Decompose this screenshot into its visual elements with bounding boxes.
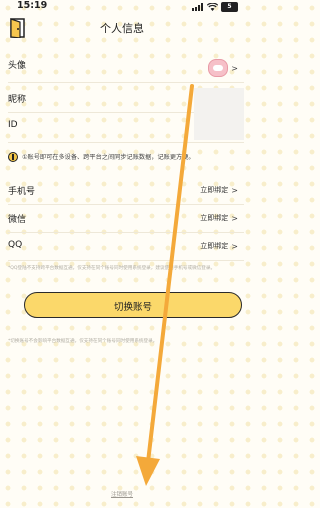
avatar[interactable] bbox=[208, 59, 229, 77]
nav-bar: 个人信息 bbox=[0, 14, 244, 44]
avatar-row[interactable]: 头像 > bbox=[8, 54, 244, 77]
chevron-right-icon: > bbox=[231, 63, 238, 73]
phone-bind-text: 立即绑定 bbox=[200, 186, 229, 194]
chevron-right-icon: > bbox=[231, 213, 238, 223]
chevron-right-icon: > bbox=[231, 241, 238, 251]
status-icons: 5 bbox=[192, 2, 238, 12]
qq-bind-text: 立即绑定 bbox=[200, 242, 229, 250]
page-title: 个人信息 bbox=[100, 22, 144, 35]
divider bbox=[8, 232, 244, 233]
switch-account-label: 切换账号 bbox=[113, 302, 152, 313]
divider bbox=[8, 260, 244, 261]
qq-note: *QQ登陆不支持跨平台数据互通，仅支持在同个账号同时使用系统登录，建议使用手机号… bbox=[8, 266, 216, 271]
avatar-label: 头像 bbox=[8, 61, 27, 71]
signal-icon bbox=[192, 3, 203, 11]
divider bbox=[8, 82, 244, 83]
id-label: ID bbox=[8, 120, 18, 130]
switch-note: *切换账号不会影响平台数据互通，仅支持在同个账号同时使用系统登录。 bbox=[8, 339, 158, 344]
status-time: 15:19 bbox=[17, 0, 48, 11]
divider bbox=[8, 204, 244, 205]
sync-tip: ①账号即可在多设备、跨平台之间同步记账数据，记账更方便。 bbox=[8, 150, 244, 164]
qq-row[interactable]: QQ 立即绑定 > bbox=[8, 236, 244, 258]
sync-tip-text: ①账号即可在多设备、跨平台之间同步记账数据，记账更方便。 bbox=[22, 154, 195, 161]
wechat-bind-link[interactable]: 立即绑定 > bbox=[200, 213, 238, 223]
switch-account-button[interactable]: 切换账号 bbox=[24, 292, 242, 318]
wechat-row[interactable]: 微信 立即绑定 > bbox=[8, 208, 244, 230]
info-icon bbox=[8, 152, 18, 162]
divider bbox=[8, 142, 244, 143]
wechat-label: 微信 bbox=[8, 215, 27, 225]
chevron-right-icon: > bbox=[231, 185, 238, 195]
avatar-value: > bbox=[208, 59, 238, 77]
redacted-area bbox=[194, 88, 244, 140]
status-bar: 15:19 5 bbox=[0, 0, 244, 14]
wifi-icon bbox=[207, 3, 218, 11]
qq-label: QQ bbox=[8, 240, 23, 250]
battery-icon: 5 bbox=[221, 2, 238, 12]
phone-row[interactable]: 手机号 立即绑定 > bbox=[8, 180, 244, 202]
phone-bind-link[interactable]: 立即绑定 > bbox=[200, 185, 238, 195]
qq-bind-link[interactable]: 立即绑定 > bbox=[200, 241, 238, 251]
deregister-link[interactable]: 注销账号 bbox=[0, 490, 244, 498]
wechat-bind-text: 立即绑定 bbox=[200, 214, 229, 222]
nickname-label: 昵称 bbox=[8, 95, 27, 105]
phone-label: 手机号 bbox=[8, 187, 36, 197]
